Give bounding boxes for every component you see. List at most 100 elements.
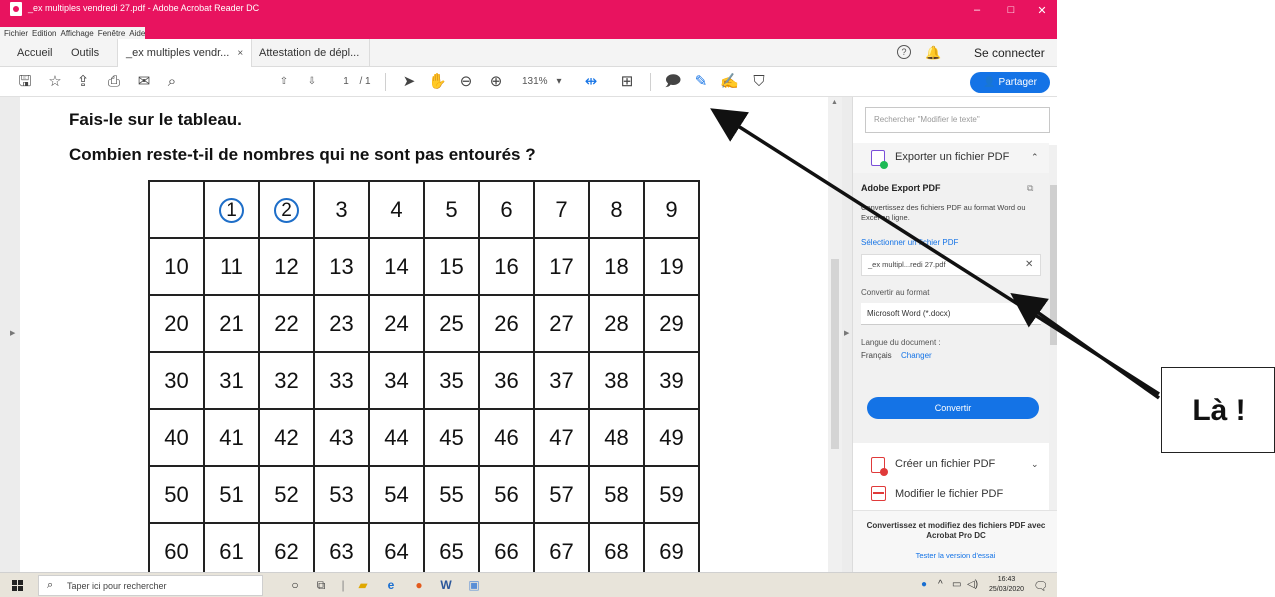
left-pane-toggle[interactable]: ▶ — [0, 97, 20, 572]
tab-close-icon[interactable]: × — [237, 48, 243, 59]
minimize-button[interactable]: – — [962, 4, 992, 16]
comment-icon[interactable]: 🗩 — [664, 72, 682, 92]
taskbar-clock[interactable]: 16:43 25/03/2020 — [989, 575, 1024, 595]
page-up-icon[interactable]: ⇧ — [276, 72, 292, 92]
right-pane-toggle[interactable]: ▶ — [842, 97, 852, 572]
notifications-icon[interactable]: 🗨 — [1033, 579, 1048, 593]
zoom-search-icon[interactable]: ⌕ — [163, 72, 181, 92]
edge-icon[interactable]: e — [383, 578, 399, 593]
scroll-up-icon[interactable]: ▲ — [831, 99, 838, 106]
cortana-icon[interactable]: ○ — [287, 578, 303, 593]
grid-row: 60 61 62 63 64 65 66 67 68 69 — [148, 522, 700, 572]
network-tray-icon[interactable]: ● — [921, 579, 927, 590]
file-explorer-icon[interactable]: ▰ — [355, 578, 371, 593]
grid-cell: 11 — [203, 237, 260, 296]
page-number-field[interactable]: 1 — [340, 72, 352, 92]
bookmark-star-icon[interactable]: ☆ — [46, 72, 64, 92]
grid-cell: 14 — [368, 237, 425, 296]
page-down-icon[interactable]: ⇩ — [304, 72, 320, 92]
tab-document-1-label: _ex multiples vendr... — [126, 47, 230, 59]
grid-cell: 67 — [533, 522, 590, 572]
scrollbar-thumb[interactable] — [831, 259, 839, 449]
remove-file-icon[interactable]: ✕ — [1025, 259, 1033, 270]
grid-row: 1 23456789 — [148, 180, 700, 239]
share-button[interactable]: 👤 Partager — [970, 72, 1050, 93]
grid-cell: 27 — [533, 294, 590, 353]
toolbar-divider — [385, 73, 386, 91]
zoom-out-icon[interactable]: ⊖ — [457, 72, 475, 92]
windows-start-icon[interactable] — [12, 580, 23, 591]
photos-icon[interactable]: ▣ — [466, 578, 482, 593]
hand-tool-icon[interactable]: ✋ — [428, 72, 447, 92]
copy-icon[interactable]: ⧉ — [1027, 183, 1033, 194]
menu-edition[interactable]: Edition — [32, 29, 56, 38]
change-language-link[interactable]: Changer — [901, 351, 932, 360]
grid-cell: 37 — [533, 351, 590, 410]
tools-pane-scrollbar-thumb[interactable] — [1050, 185, 1057, 345]
save-icon[interactable]: 🖫 — [16, 72, 34, 92]
tab-document-2[interactable]: Attestation de dépl... — [249, 39, 371, 67]
upload-icon[interactable]: ⇪ — [74, 72, 92, 92]
read-mode-icon[interactable]: ⊞ — [618, 72, 636, 92]
tab-outils[interactable]: Outils — [71, 39, 99, 67]
export-pdf-header[interactable]: Exporter un fichier PDF ⌃ — [853, 143, 1049, 173]
tools-search-input[interactable]: Rechercher "Modifier le texte" — [865, 107, 1050, 133]
menu-fichier[interactable]: Fichier — [4, 29, 28, 38]
print-icon[interactable]: ⎙ — [105, 72, 123, 92]
document-language-label: Langue du document : — [861, 338, 941, 347]
menu-fenetre[interactable]: Fenêtre — [98, 29, 126, 38]
collapse-right-icon: ▶ — [844, 330, 850, 337]
format-select[interactable]: Microsoft Word (*.docx) — [861, 303, 1041, 325]
create-pdf-row[interactable]: Créer un fichier PDF ⌄ — [853, 452, 1049, 478]
battery-tray-icon[interactable]: ▭ — [952, 579, 961, 590]
draw-pen-icon[interactable]: ✍ — [720, 72, 739, 92]
tray-chevron-up-icon[interactable]: ^ — [938, 579, 943, 590]
task-view-icon[interactable]: ⧉ — [313, 578, 329, 593]
toolbar-divider — [650, 73, 651, 91]
menu-affichage[interactable]: Affichage — [60, 29, 93, 38]
login-link[interactable]: Se connecter — [974, 39, 1045, 67]
tab-document-1[interactable]: _ex multiples vendr... × — [117, 39, 253, 68]
grid-cell: 46 — [478, 408, 535, 467]
document-scrollbar[interactable]: ▲ — [828, 97, 842, 572]
word-icon[interactable]: W — [438, 578, 454, 593]
edit-pdf-row[interactable]: Modifier le fichier PDF — [853, 482, 1049, 508]
select-cursor-icon[interactable]: ➤ — [401, 72, 417, 92]
zoom-level-select[interactable]: 131% — [522, 72, 548, 92]
stamp-icon[interactable]: ⛉ — [750, 72, 768, 92]
tab-accueil[interactable]: Accueil — [17, 39, 52, 67]
taskbar-search[interactable]: ⌕ Taper ici pour rechercher — [38, 575, 263, 596]
toolbar: 🖫 ☆ ⇪ ⎙ ✉ ⌕ ⇧ ⇩ 1 / 1 ➤ ✋ ⊖ ⊕ 131% ▾ ⇹ ⊞… — [0, 67, 1057, 97]
zoom-in-icon[interactable]: ⊕ — [487, 72, 505, 92]
tab-bar: Accueil Outils _ex multiples vendr... × A… — [0, 39, 1057, 68]
grid-cell: 17 — [533, 237, 590, 296]
grid-cell: 42 — [258, 408, 315, 467]
menu-aide[interactable]: Aide — [129, 29, 145, 38]
grid-cell: 31 — [203, 351, 260, 410]
share-label: Partager — [998, 77, 1037, 88]
page-fit-icon[interactable]: ⇹ — [580, 72, 602, 92]
maximize-button[interactable]: □ — [996, 4, 1026, 16]
firefox-icon[interactable]: ● — [411, 578, 427, 593]
bell-icon[interactable]: 🔔 — [925, 45, 941, 61]
selected-file-field[interactable]: _ex multipl...redi 27.pdf — [861, 254, 1041, 276]
convert-button[interactable]: Convertir — [867, 397, 1039, 419]
volume-tray-icon[interactable]: ◁) — [967, 579, 978, 590]
email-icon[interactable]: ✉ — [135, 72, 153, 92]
grid-cell: 48 — [588, 408, 645, 467]
grid-cell: 60 — [148, 522, 205, 572]
callout-text: Là ! — [1192, 394, 1246, 427]
tools-pane-scrollbar[interactable] — [1049, 145, 1057, 572]
trial-link[interactable]: Tester la version d'essai — [853, 551, 1057, 560]
help-icon[interactable]: ? — [897, 45, 911, 59]
grid-cell: 2 — [258, 180, 315, 239]
clock-date: 25/03/2020 — [989, 586, 1025, 593]
close-button[interactable]: ✕ — [1027, 4, 1057, 17]
grid-cell: 13 — [313, 237, 370, 296]
page-total: / 1 — [359, 76, 371, 87]
grid-row: 40 41 42 43 44 45 46 47 48 49 — [148, 408, 700, 467]
select-file-link[interactable]: Sélectionner un fichier PDF — [861, 238, 958, 247]
zoom-dropdown-chevron-icon[interactable]: ▾ — [554, 72, 564, 92]
highlight-pen-icon[interactable]: ✎ — [692, 72, 710, 92]
grid-cell: 4 — [368, 180, 425, 239]
